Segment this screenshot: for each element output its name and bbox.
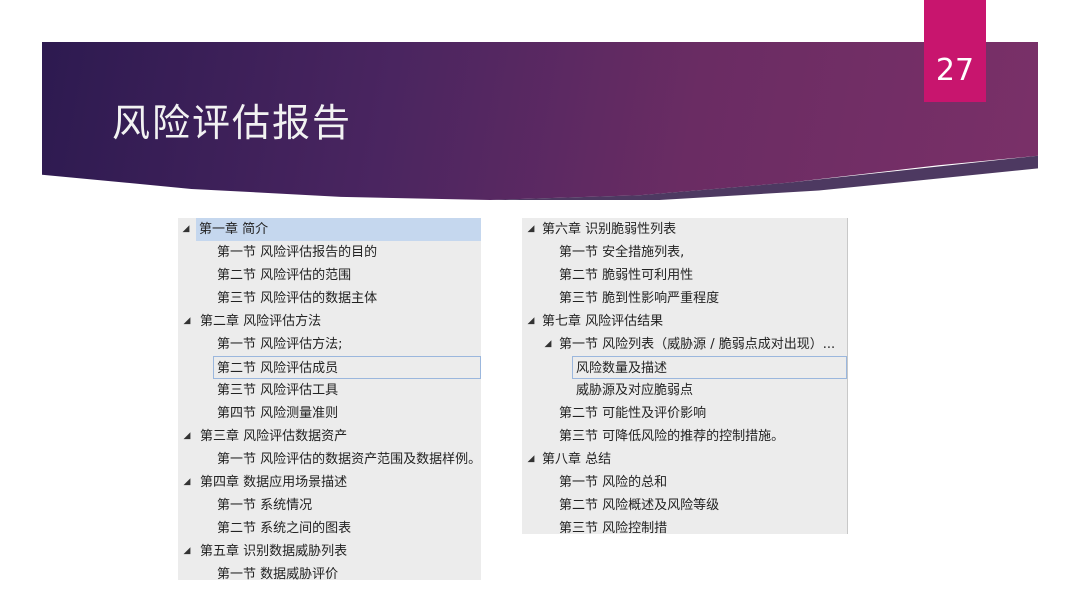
tree-item[interactable]: 第一节 风险评估的数据资产范围及数据样例。 [178,448,481,471]
tree-item-label: 第一节 数据威胁评价 [217,567,339,582]
expand-arrow-icon[interactable]: ◢ [524,310,538,333]
tree-item[interactable]: ◢ 第四章 数据应用场景描述 [178,471,481,494]
tree-item-label: 第一章 简介 [199,222,269,237]
tree-item[interactable]: 第一节 安全措施列表, [522,241,847,264]
tree-item-label: 第二节 可能性及评价影响 [559,406,707,421]
expand-arrow-icon[interactable]: ◢ [180,310,194,333]
tree-item[interactable]: 第二节 脆弱性可利用性 [522,264,847,287]
expand-arrow-icon[interactable]: ◢ [524,218,538,241]
tree-item-label: 第二节 风险评估成员 [217,361,339,376]
tree-item[interactable]: 第三节 风险评估工具 [178,379,481,402]
tree-item[interactable]: 第一节 风险评估报告的目的 [178,241,481,264]
tree-item-label: 第四节 风险测量准则 [217,406,339,421]
tree-item-label: 第一节 风险评估的数据资产范围及数据样例。 [217,452,482,467]
expand-arrow-icon[interactable]: ◢ [179,218,193,241]
tree-item[interactable]: 第三节 脆到性影响严重程度 [522,287,847,310]
tree-item[interactable]: 第二节 风险评估的范围 [178,264,481,287]
tree-item[interactable]: 第三节 风险控制措 [522,517,847,540]
tree-item-label: 第三节 脆到性影响严重程度 [559,291,720,306]
tree-item-label: 第二节 风险评估的范围 [217,268,352,283]
tree-item-label: 第三节 风险控制措 [559,521,668,536]
tree-item-label: 第一节 风险列表（威胁源 / 脆弱点成对出现）... [559,337,836,352]
tree-item-label: 第五章 识别数据威胁列表 [200,544,348,559]
tree-item-label: 第七章 风险评估结果 [542,314,664,329]
tree-item-label: 第三节 可降低风险的推荐的控制措施。 [559,429,785,444]
expand-arrow-icon[interactable]: ◢ [180,425,194,448]
page-number: 27 [935,53,975,88]
tree-item-label: 第一节 安全措施列表, [559,245,685,260]
outline-tree-right[interactable]: ◢ 第六章 识别脆弱性列表第一节 安全措施列表, 第二节 脆弱性可利用性第三节 脆到… [522,218,848,536]
tree-item[interactable]: 第一节 风险评估方法; [178,333,481,356]
expand-arrow-icon[interactable]: ◢ [180,540,194,563]
tree-item-label: 第一节 风险评估报告的目的 [217,245,378,260]
tree-item[interactable]: 第二节 风险概述及风险等级 [522,494,847,517]
tree-item-label: 第一节 系统情况 [217,498,313,513]
tree-item[interactable]: 第四节 风险测量准则 [178,402,481,425]
tree-item[interactable]: 威胁源及对应脆弱点 [522,379,847,402]
tree-item-label: 第二节 系统之间的图表 [217,521,352,536]
tree-item[interactable]: 第一节 风险的总和 [522,471,847,494]
slide-title: 风险评估报告 [112,101,353,145]
tree-item[interactable]: 第一节 系统情况 [178,494,481,517]
tree-item[interactable]: 第三节 风险评估的数据主体 [178,287,481,310]
tree-item-label: 第一节 风险的总和 [559,475,668,490]
page-number-badge: 27 [924,0,986,102]
tree-item-label: 第三节 风险评估的数据主体 [217,291,378,306]
tree-item-label: 威胁源及对应脆弱点 [576,383,694,398]
tree-item[interactable]: ◢ 第一章 简介 [183,218,481,241]
expand-arrow-icon[interactable]: ◢ [180,471,194,494]
tree-item-label: 第六章 识别脆弱性列表 [542,222,677,237]
tree-item[interactable]: ◢ 第七章 风险评估结果 [522,310,847,333]
tree-item[interactable]: 第二节 系统之间的图表 [178,517,481,540]
tree-item[interactable]: 第二节 可能性及评价影响 [522,402,847,425]
tree-item-label: 第二章 风险评估方法 [200,314,322,329]
tree-item[interactable]: 第二节 风险评估成员 [213,356,481,379]
tree-item[interactable]: 第一节 数据威胁评价 [178,563,481,586]
tree-item[interactable]: ◢ 第八章 总结 [522,448,847,471]
tree-item-label: 风险数量及描述 [576,361,668,376]
expand-arrow-icon[interactable]: ◢ [541,333,555,356]
tree-item-label: 第二节 风险概述及风险等级 [559,498,720,513]
tree-item-label: 第三章 风险评估数据资产 [200,429,348,444]
tree-item-label: 第八章 总结 [542,452,612,467]
tree-item-label: 第二节 脆弱性可利用性 [559,268,694,283]
tree-item[interactable]: ◢ 第一节 风险列表（威胁源 / 脆弱点成对出现）... [522,333,847,356]
tree-item-label: 第三节 风险评估工具 [217,383,339,398]
tree-item[interactable]: ◢ 第三章 风险评估数据资产 [178,425,481,448]
tree-item[interactable]: 风险数量及描述 [572,356,847,379]
tree-item[interactable]: ◢ 第六章 识别脆弱性列表 [522,218,847,241]
tree-item[interactable]: ◢ 第五章 识别数据威胁列表 [178,540,481,563]
tree-item[interactable]: 第三节 可降低风险的推荐的控制措施。 [522,425,847,448]
expand-arrow-icon[interactable]: ◢ [524,448,538,471]
tree-item-label: 第四章 数据应用场景描述 [200,475,348,490]
tree-item[interactable]: ◢ 第二章 风险评估方法 [178,310,481,333]
outline-tree-left[interactable]: ◢ 第一章 简介 第一节 风险评估报告的目的 第二节 风险评估的范围 第三节 风险评估的… [178,218,481,582]
tree-item-label: 第一节 风险评估方法; [217,337,343,352]
